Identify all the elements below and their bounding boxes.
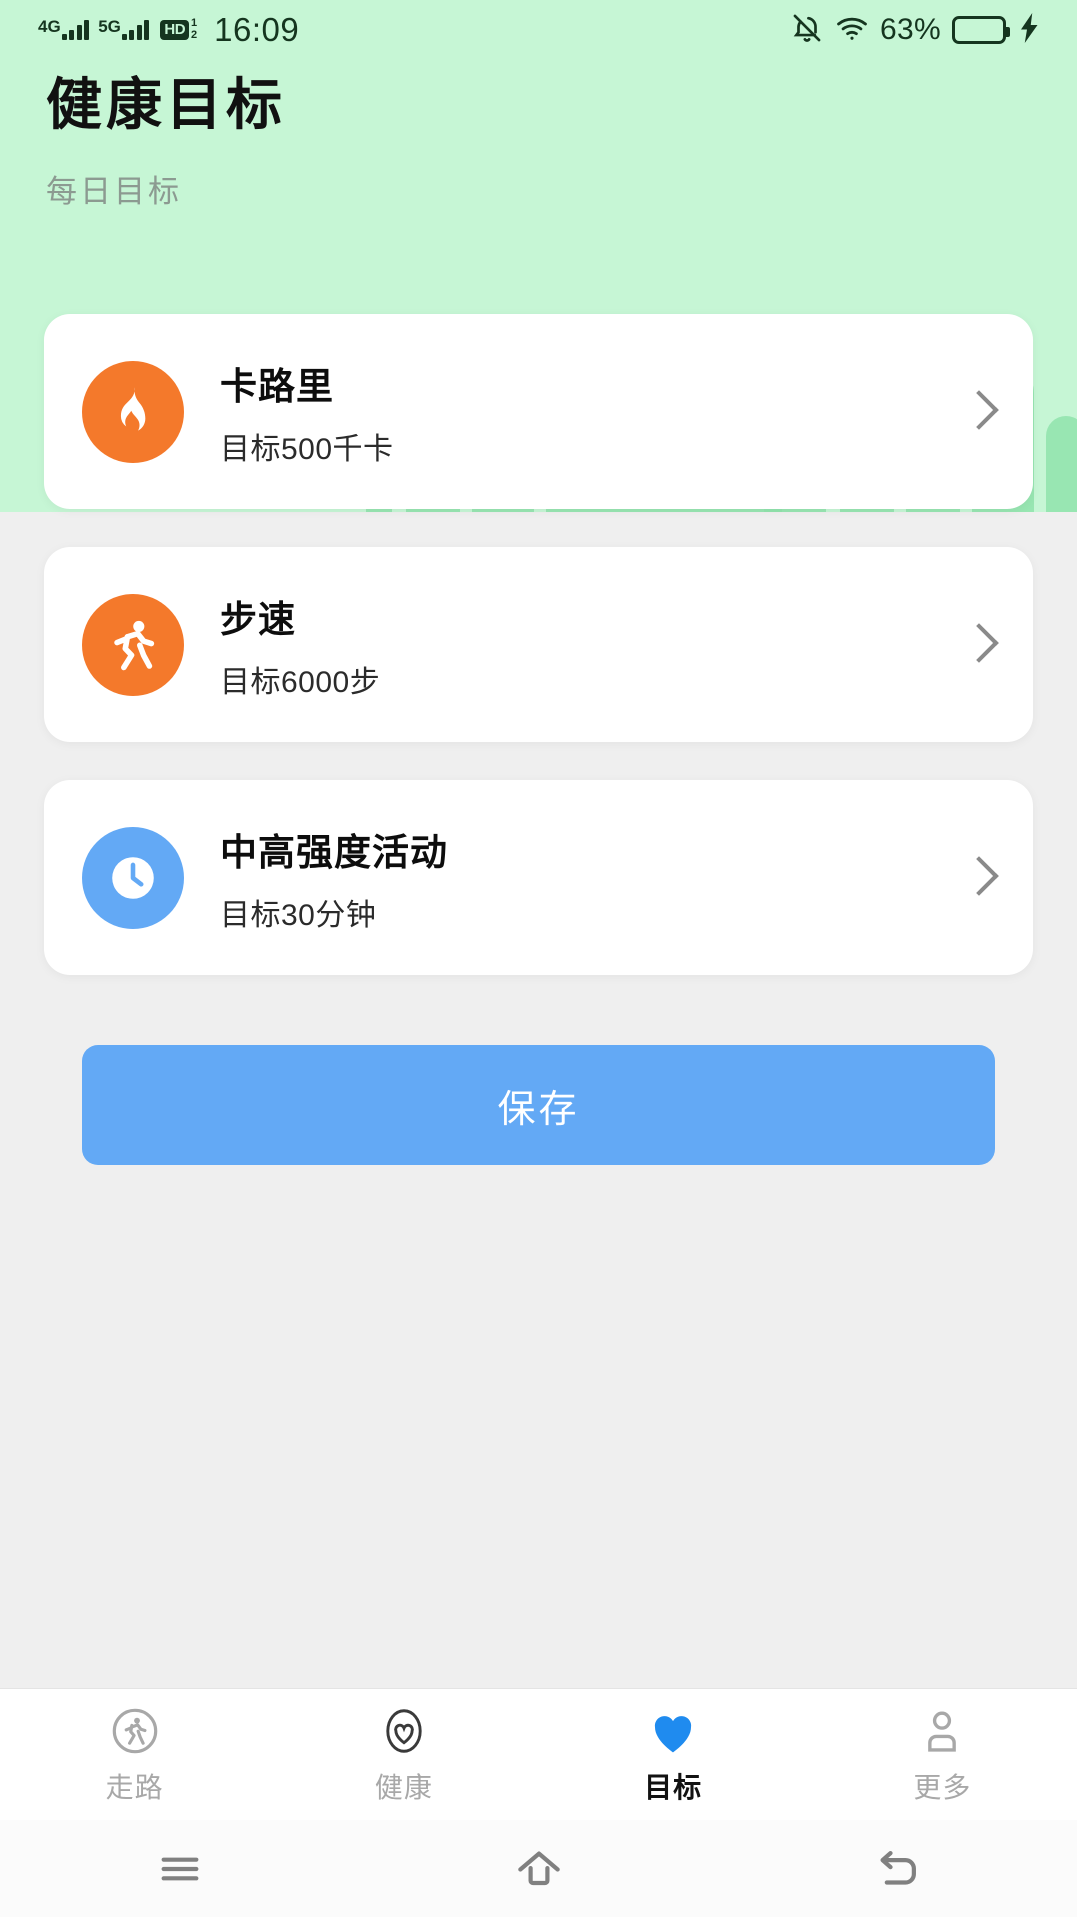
goal-title: 卡路里 [220, 365, 334, 407]
running-person-icon [82, 593, 184, 696]
android-nav-bar [0, 1820, 1077, 1917]
signal-bars-4g [61, 20, 90, 40]
goal-card-body: 卡路里 目标500千卡 [220, 356, 957, 468]
signal-indicators: 4G 5G [38, 17, 150, 40]
charging-bolt-icon [1017, 12, 1043, 48]
bell-muted-icon [790, 11, 824, 50]
hd-voice-icon: HD 1 2 [160, 18, 197, 41]
goal-card-body: 步速 目标6000步 [220, 589, 957, 701]
tab-walking[interactable]: 走路 [0, 1704, 269, 1806]
page-subtitle: 每日目标 [46, 174, 182, 209]
status-bar: 4G 5G HD 1 2 16:09 63% [0, 0, 1077, 60]
goal-card-activity[interactable]: 中高强度活动 目标30分钟 [44, 780, 1033, 975]
tab-health[interactable]: 健康 [269, 1704, 538, 1806]
goal-subtitle: 目标500千卡 [220, 432, 394, 466]
tab-more[interactable]: 更多 [808, 1704, 1077, 1806]
tab-label: 走路 [105, 1771, 164, 1803]
chevron-right-icon[interactable] [957, 623, 1001, 667]
tab-goals[interactable]: 目标 [539, 1704, 808, 1806]
goal-card-list: 卡路里 目标500千卡 步速 目标6000步 中高强度活动 目标30分钟 [0, 314, 1077, 975]
header-text-block: 健康目标 每日目标 [0, 60, 1077, 211]
flame-icon [82, 360, 184, 463]
status-clock: 16:09 [214, 11, 300, 48]
hd-label: HD [160, 20, 190, 40]
chevron-right-icon[interactable] [957, 856, 1001, 900]
goal-title: 步速 [220, 598, 296, 640]
goal-card-steps[interactable]: 步速 目标6000步 [44, 547, 1033, 742]
network-4g-label: 4G [38, 17, 61, 36]
page-title: 健康目标 [46, 73, 286, 136]
wifi-icon [835, 11, 869, 50]
network-5g-indicator: 5G [98, 17, 150, 40]
signal-bars-5g [121, 20, 150, 40]
clock-icon [82, 826, 184, 929]
network-4g-indicator: 4G [38, 17, 90, 40]
heart-filled-icon [646, 1704, 700, 1758]
goal-card-body: 中高强度活动 目标30分钟 [220, 822, 957, 934]
walking-circle-icon [108, 1704, 162, 1758]
hd-sub-label: 2 [191, 29, 198, 41]
bottom-tab-bar: 走路 健康 目标 更多 [0, 1688, 1077, 1820]
network-5g-label: 5G [98, 17, 121, 36]
tab-label: 目标 [644, 1771, 703, 1803]
chevron-right-icon[interactable] [957, 390, 1001, 434]
tab-label: 更多 [913, 1771, 972, 1803]
goal-subtitle: 目标30分钟 [220, 898, 377, 932]
tab-label: 健康 [374, 1771, 433, 1803]
heart-outline-icon [377, 1704, 431, 1758]
goal-subtitle: 目标6000步 [220, 665, 381, 699]
battery-percent-label: 63% [880, 13, 941, 46]
battery-icon [952, 16, 1010, 44]
app-root: 4G 5G HD 1 2 16:09 63% 健康目标 每日目标 卡路里 目标5… [0, 0, 1077, 1917]
goal-title: 中高强度活动 [220, 831, 448, 873]
back-icon[interactable] [718, 1841, 1077, 1897]
goal-card-calories[interactable]: 卡路里 目标500千卡 [44, 314, 1033, 509]
menu-recents-icon[interactable] [0, 1841, 359, 1897]
person-outline-icon [915, 1704, 969, 1758]
save-button[interactable]: 保存 [82, 1045, 995, 1165]
home-icon[interactable] [359, 1841, 718, 1897]
save-button-container: 保存 [0, 975, 1077, 1165]
